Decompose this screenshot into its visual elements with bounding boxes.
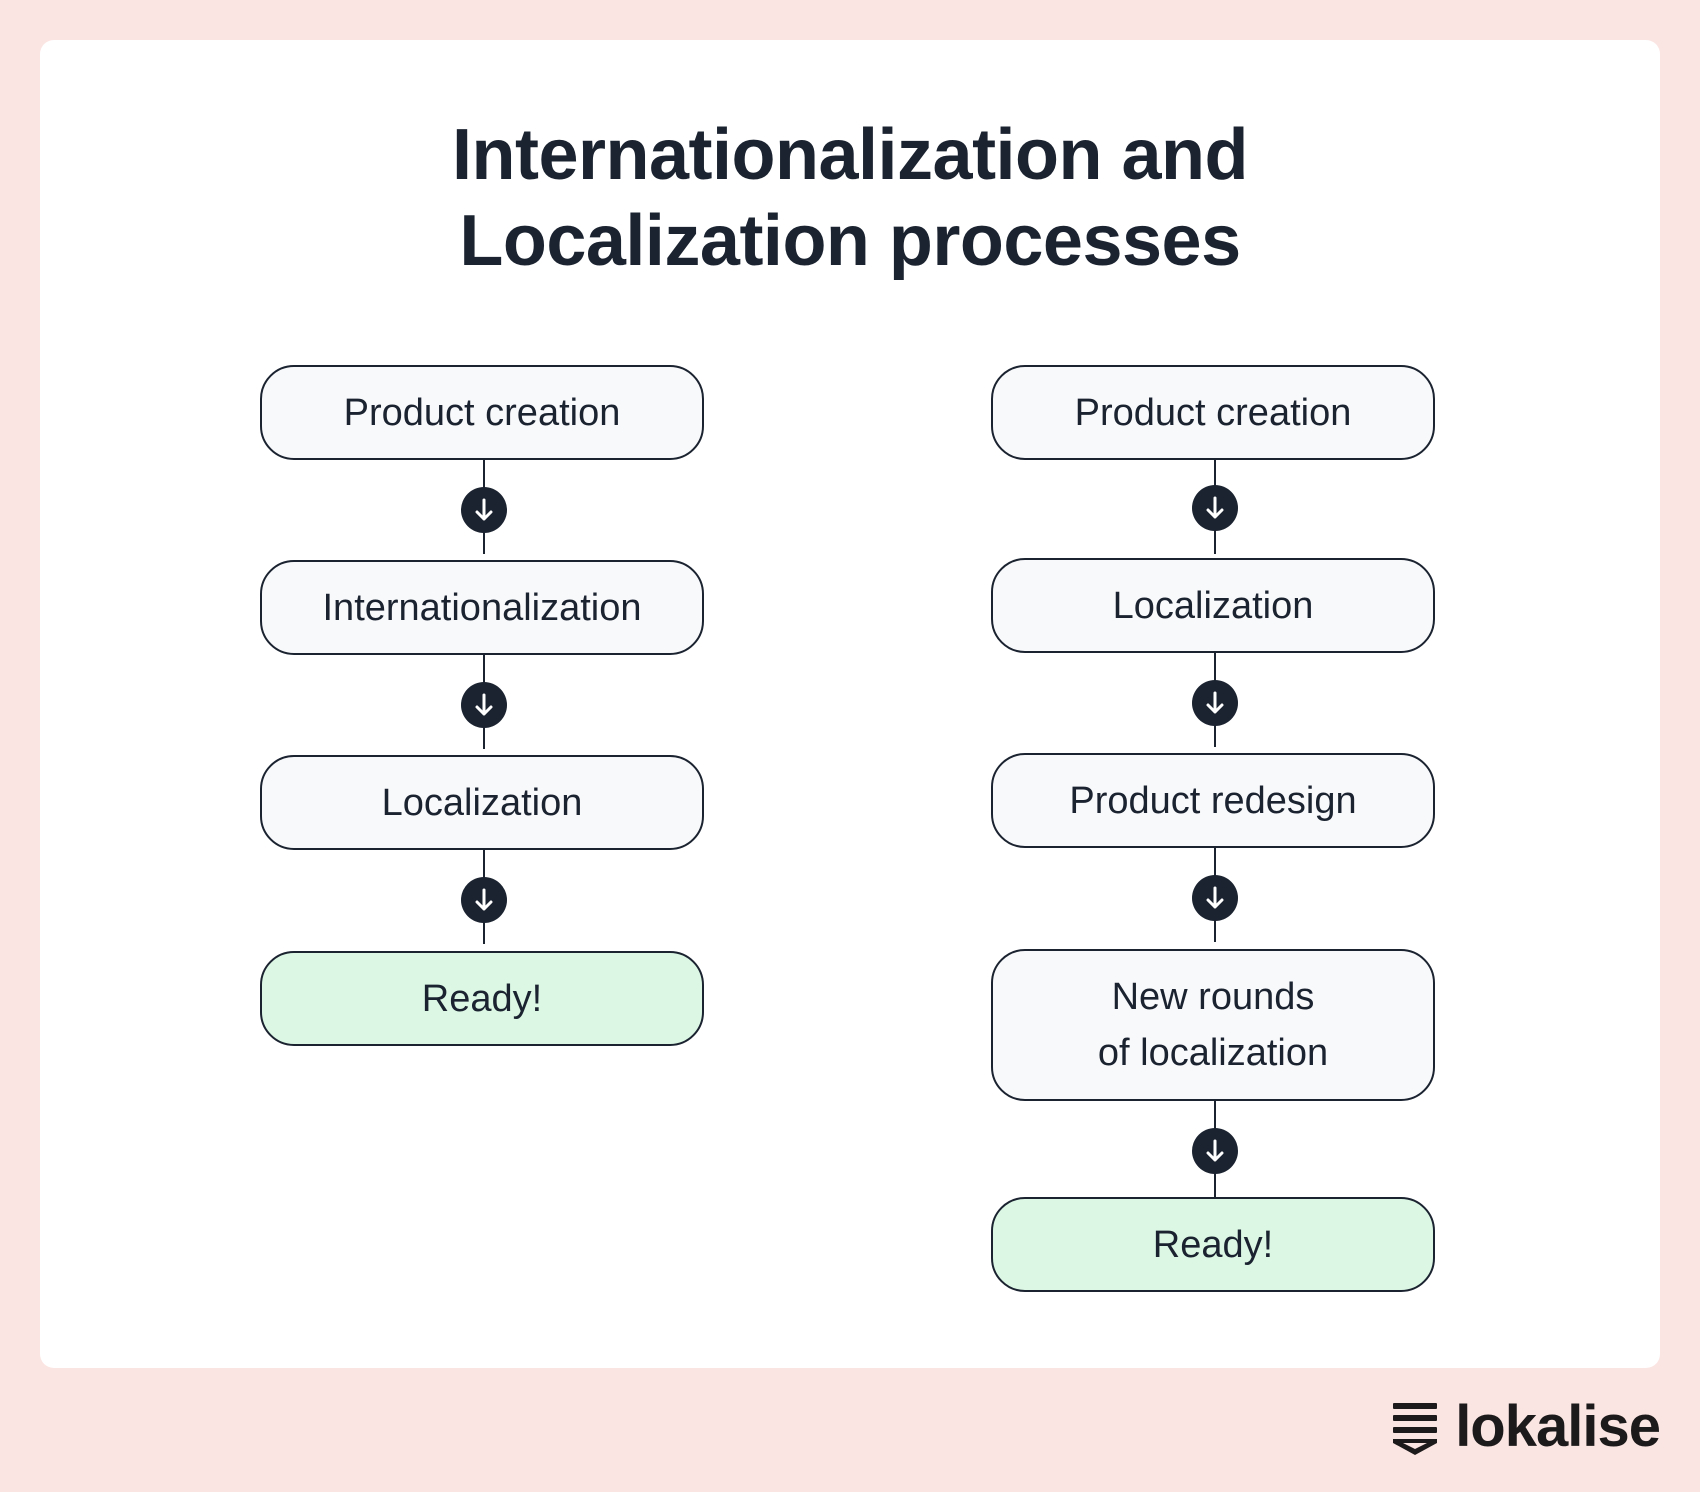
arrow-down-icon: [1192, 875, 1238, 921]
arrow-down-icon: [461, 682, 507, 728]
flow-step-product-creation: Product creation: [991, 365, 1435, 460]
flow-step-ready: Ready!: [991, 1197, 1435, 1292]
lokalise-logo: lokalise: [1391, 1394, 1661, 1459]
flow-step-localization: Localization: [991, 558, 1435, 653]
arrow-down-icon: [461, 877, 507, 923]
flow-step-new-rounds-of-localization: New rounds of localization: [991, 949, 1435, 1101]
arrow-down-icon: [1192, 1128, 1238, 1174]
flow-step-internationalization: Internationalization: [260, 560, 704, 655]
arrow-down-icon: [1192, 680, 1238, 726]
flow-step-product-creation: Product creation: [260, 365, 704, 460]
title-line-2: Localization processes: [459, 201, 1241, 281]
diagram-title: Internationalization and Localization pr…: [0, 112, 1700, 284]
brand-name: lokalise: [1455, 1394, 1661, 1459]
title-line-1: Internationalization and: [451, 115, 1249, 195]
flow-step-localization: Localization: [260, 755, 704, 850]
flow-step-ready: Ready!: [260, 951, 704, 1046]
lokalise-logo-icon: [1393, 1403, 1438, 1455]
arrow-down-icon: [461, 487, 507, 533]
arrow-down-icon: [1192, 485, 1238, 531]
flow-step-product-redesign: Product redesign: [991, 753, 1435, 848]
